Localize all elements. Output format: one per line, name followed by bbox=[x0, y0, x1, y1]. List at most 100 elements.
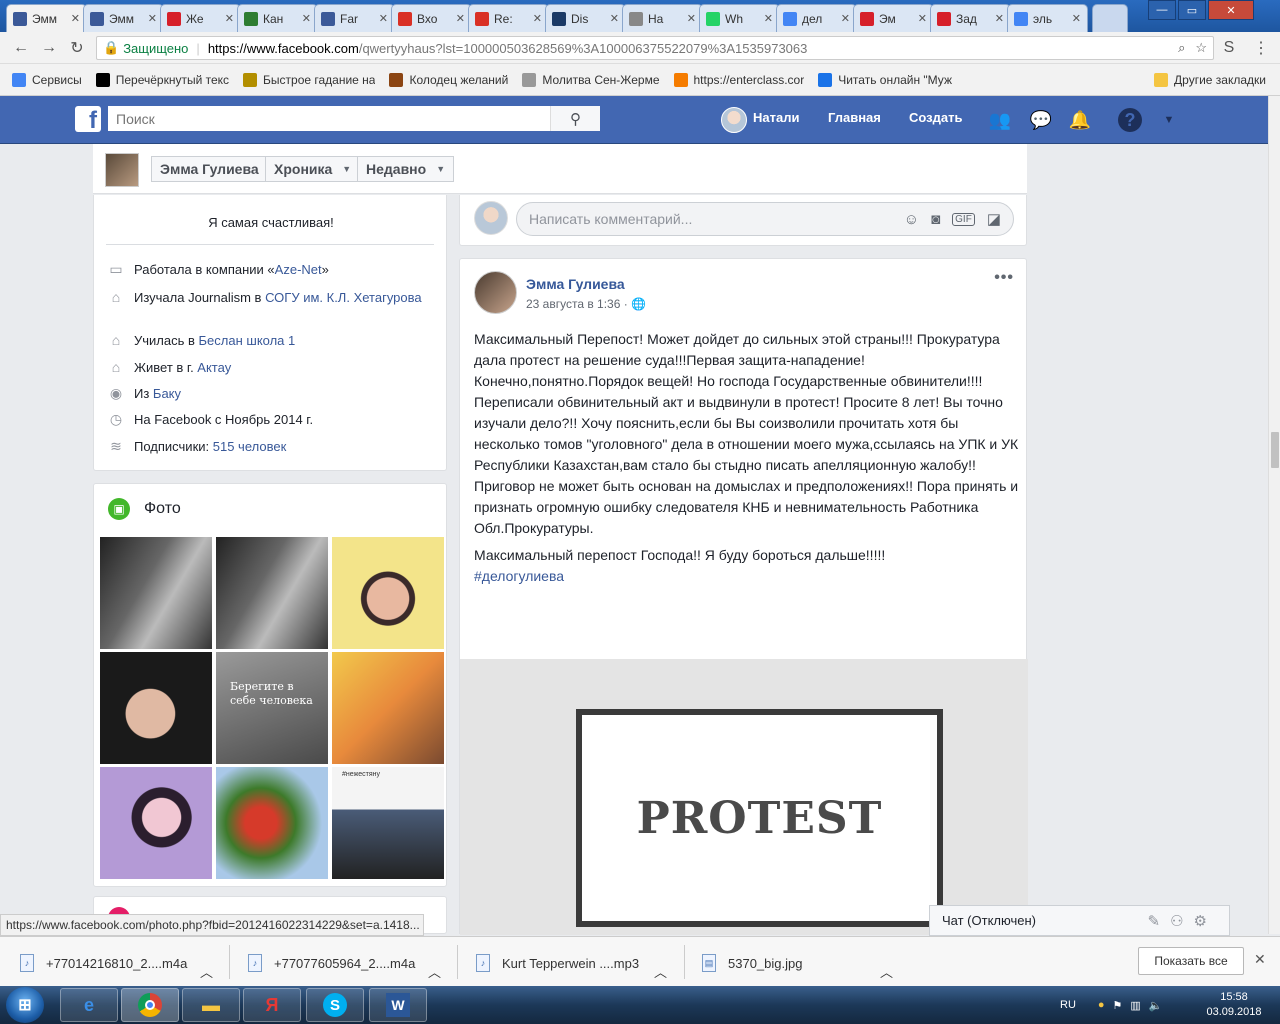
close-window-button[interactable]: ✕ bbox=[1208, 0, 1254, 20]
star-icon[interactable]: ☆ bbox=[1195, 40, 1207, 56]
post-author-avatar[interactable] bbox=[474, 271, 517, 314]
sticker-icon[interactable]: ◪ bbox=[987, 210, 1001, 228]
minimize-button[interactable]: — bbox=[1148, 0, 1176, 20]
close-tab-icon[interactable]: ✕ bbox=[302, 12, 311, 25]
close-tab-icon[interactable]: ✕ bbox=[533, 12, 542, 25]
browser-tab[interactable]: Эмм ✕ bbox=[6, 4, 87, 32]
search-icon[interactable]: ⚲ bbox=[550, 106, 600, 131]
download-item[interactable]: ♪ +77014216810_2....m4a bbox=[20, 947, 187, 979]
close-icon[interactable]: ✕ bbox=[1254, 951, 1266, 968]
profile-name-tab[interactable]: Эмма Гулиева bbox=[151, 156, 267, 182]
bookmark-item[interactable]: Сервисы bbox=[12, 72, 82, 87]
chat-bar[interactable]: Чат (Отключен) ✎⚇⚙ bbox=[929, 905, 1230, 936]
volume-icon[interactable]: 🔈 bbox=[1149, 999, 1163, 1012]
bookmark-item[interactable]: Молитва Сен-Жерме bbox=[522, 72, 660, 87]
word-icon[interactable]: W bbox=[369, 988, 427, 1022]
flag-icon[interactable]: ⚑ bbox=[1113, 999, 1123, 1012]
intro-link[interactable]: 515 человек bbox=[213, 439, 287, 454]
help-icon[interactable]: ? bbox=[1118, 108, 1142, 132]
user-avatar[interactable] bbox=[721, 107, 747, 133]
close-tab-icon[interactable]: ✕ bbox=[379, 12, 388, 25]
browser-tab[interactable]: Dis ✕ bbox=[545, 4, 626, 32]
photo-thumbnail[interactable] bbox=[332, 537, 444, 649]
close-tab-icon[interactable]: ✕ bbox=[71, 12, 80, 25]
tray-app-icon[interactable]: ● bbox=[1098, 999, 1105, 1011]
photo-thumbnail[interactable] bbox=[332, 652, 444, 764]
more-options-icon[interactable]: ••• bbox=[994, 269, 1014, 287]
chat-options-icon[interactable]: ✎⚇⚙ bbox=[1148, 912, 1217, 930]
file-explorer-icon[interactable]: ▬ bbox=[182, 988, 240, 1022]
chevron-up-icon[interactable]: ︿ bbox=[200, 955, 213, 987]
recent-dropdown[interactable]: Недавно ▼ bbox=[357, 156, 455, 182]
reload-button[interactable]: ↻ bbox=[66, 38, 88, 58]
browser-tab[interactable]: эль ✕ bbox=[1007, 4, 1088, 32]
close-tab-icon[interactable]: ✕ bbox=[610, 12, 619, 25]
photo-thumbnail[interactable] bbox=[100, 652, 212, 764]
chronicle-dropdown[interactable]: Хроника ▼ bbox=[265, 156, 360, 182]
chevron-up-icon[interactable]: ︿ bbox=[880, 955, 893, 987]
skype-icon[interactable]: S bbox=[306, 988, 364, 1022]
home-link[interactable]: Главная bbox=[828, 110, 881, 125]
user-name-link[interactable]: Натали bbox=[753, 110, 799, 125]
scrollbar-thumb[interactable] bbox=[1271, 432, 1279, 468]
back-button[interactable]: ← bbox=[10, 38, 32, 58]
post-author-name[interactable]: Эмма Гулиева bbox=[526, 276, 625, 292]
camera-icon[interactable]: ◙ bbox=[931, 211, 940, 228]
photo-thumbnail[interactable]: #нежестяну bbox=[332, 767, 444, 879]
intro-link[interactable]: Баку bbox=[153, 386, 181, 401]
account-menu-icon[interactable]: ▼ bbox=[1157, 108, 1181, 132]
intro-link[interactable]: Актау bbox=[197, 360, 231, 375]
forward-button[interactable]: → bbox=[38, 38, 60, 58]
network-icon[interactable]: ▥ bbox=[1130, 999, 1140, 1012]
close-tab-icon[interactable]: ✕ bbox=[1072, 12, 1081, 25]
show-all-downloads-button[interactable]: Показать все bbox=[1138, 947, 1244, 975]
comment-input[interactable]: Написать комментарий... ☺ ◙ GIF ◪ bbox=[516, 202, 1014, 236]
photo-thumbnail[interactable]: Берегите в себе человека bbox=[216, 652, 328, 764]
browser-tab[interactable]: Эм ✕ bbox=[853, 4, 934, 32]
bookmark-item[interactable]: Колодец желаний bbox=[389, 72, 508, 87]
chevron-up-icon[interactable]: ︿ bbox=[654, 955, 667, 987]
browser-tab[interactable]: Re: ✕ bbox=[468, 4, 549, 32]
emoji-icon[interactable]: ☺ bbox=[904, 211, 919, 228]
close-tab-icon[interactable]: ✕ bbox=[225, 12, 234, 25]
download-item[interactable]: ▤ 5370_big.jpg bbox=[702, 947, 802, 979]
chevron-up-icon[interactable]: ︿ bbox=[428, 955, 441, 987]
photo-thumbnail[interactable] bbox=[100, 537, 212, 649]
post-image[interactable]: PROTEST bbox=[460, 659, 1028, 935]
create-link[interactable]: Создать bbox=[909, 110, 962, 125]
browser-tab[interactable]: Же ✕ bbox=[160, 4, 241, 32]
close-tab-icon[interactable]: ✕ bbox=[918, 12, 927, 25]
browser-tab[interactable]: дел ✕ bbox=[776, 4, 857, 32]
bookmark-item[interactable]: Перечёркнутый текс bbox=[95, 72, 229, 87]
intro-link[interactable]: Беслан школа 1 bbox=[199, 333, 296, 348]
close-tab-icon[interactable]: ✕ bbox=[995, 12, 1004, 25]
new-tab-button[interactable] bbox=[1092, 4, 1128, 32]
messenger-icon[interactable]: 💬 bbox=[1029, 108, 1053, 132]
chrome-icon[interactable] bbox=[121, 988, 179, 1022]
browser-tab[interactable]: Far ✕ bbox=[314, 4, 395, 32]
skype-extension-icon[interactable]: S bbox=[1218, 38, 1240, 58]
system-clock[interactable]: 15:58 03.09.2018 bbox=[1196, 990, 1272, 1020]
intro-link[interactable]: СОГУ им. К.Л. Хетагурова bbox=[265, 290, 422, 305]
close-tab-icon[interactable]: ✕ bbox=[148, 12, 157, 25]
language-indicator[interactable]: RU bbox=[1060, 999, 1076, 1011]
gif-icon[interactable]: GIF bbox=[952, 212, 975, 226]
photo-thumbnail[interactable] bbox=[216, 537, 328, 649]
notifications-icon[interactable]: 🔔 bbox=[1068, 108, 1092, 132]
post-hashtag[interactable]: #делогулиева bbox=[474, 566, 1019, 587]
facebook-logo-icon[interactable]: f bbox=[75, 106, 101, 133]
other-bookmarks[interactable]: Другие закладки bbox=[1154, 72, 1266, 87]
photo-thumbnail[interactable] bbox=[216, 767, 328, 879]
page-scrollbar[interactable] bbox=[1268, 96, 1280, 934]
close-tab-icon[interactable]: ✕ bbox=[764, 12, 773, 25]
friends-icon[interactable]: 👥 bbox=[988, 108, 1012, 132]
post-date[interactable]: 23 августа в 1:36 · 🌐 bbox=[526, 297, 646, 311]
close-tab-icon[interactable]: ✕ bbox=[456, 12, 465, 25]
browser-tab[interactable]: На ✕ bbox=[622, 4, 703, 32]
close-tab-icon[interactable]: ✕ bbox=[841, 12, 850, 25]
intro-link[interactable]: Aze-Net bbox=[275, 262, 322, 277]
start-button[interactable]: ⊞ bbox=[6, 987, 44, 1023]
browser-tab[interactable]: Эмм ✕ bbox=[83, 4, 164, 32]
internet-explorer-icon[interactable]: e bbox=[60, 988, 118, 1022]
browser-tab[interactable]: Вхо ✕ bbox=[391, 4, 472, 32]
